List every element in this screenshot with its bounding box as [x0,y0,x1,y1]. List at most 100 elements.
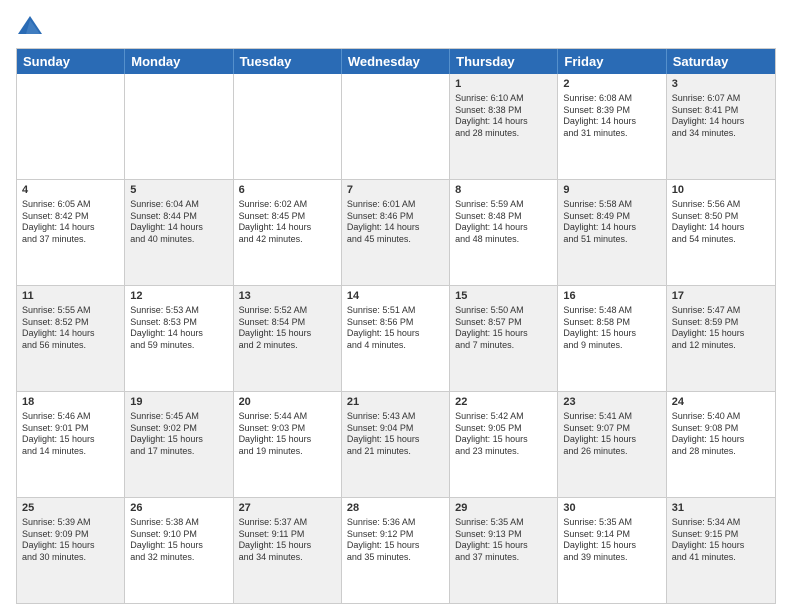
cal-cell: 18Sunrise: 5:46 AM Sunset: 9:01 PM Dayli… [17,392,125,497]
day-number: 10 [672,183,770,198]
day-info: Sunrise: 5:53 AM Sunset: 8:53 PM Dayligh… [130,305,227,352]
day-number: 19 [130,395,227,410]
cal-cell: 15Sunrise: 5:50 AM Sunset: 8:57 PM Dayli… [450,286,558,391]
day-info: Sunrise: 5:59 AM Sunset: 8:48 PM Dayligh… [455,199,552,246]
week-row-2: 11Sunrise: 5:55 AM Sunset: 8:52 PM Dayli… [17,286,775,392]
day-number: 11 [22,289,119,304]
day-number: 24 [672,395,770,410]
cal-cell: 22Sunrise: 5:42 AM Sunset: 9:05 PM Dayli… [450,392,558,497]
day-number: 25 [22,501,119,516]
cal-cell: 16Sunrise: 5:48 AM Sunset: 8:58 PM Dayli… [558,286,666,391]
header [16,12,776,40]
day-info: Sunrise: 5:50 AM Sunset: 8:57 PM Dayligh… [455,305,552,352]
day-info: Sunrise: 5:40 AM Sunset: 9:08 PM Dayligh… [672,411,770,458]
week-row-1: 4Sunrise: 6:05 AM Sunset: 8:42 PM Daylig… [17,180,775,286]
day-number: 20 [239,395,336,410]
cal-cell: 4Sunrise: 6:05 AM Sunset: 8:42 PM Daylig… [17,180,125,285]
cal-cell: 28Sunrise: 5:36 AM Sunset: 9:12 PM Dayli… [342,498,450,603]
cal-cell [17,74,125,179]
calendar-header-row: SundayMondayTuesdayWednesdayThursdayFrid… [17,49,775,74]
cal-cell: 26Sunrise: 5:38 AM Sunset: 9:10 PM Dayli… [125,498,233,603]
day-number: 9 [563,183,660,198]
cal-cell: 27Sunrise: 5:37 AM Sunset: 9:11 PM Dayli… [234,498,342,603]
cal-cell: 20Sunrise: 5:44 AM Sunset: 9:03 PM Dayli… [234,392,342,497]
day-info: Sunrise: 5:46 AM Sunset: 9:01 PM Dayligh… [22,411,119,458]
day-number: 6 [239,183,336,198]
calendar-body: 1Sunrise: 6:10 AM Sunset: 8:38 PM Daylig… [17,74,775,603]
calendar: SundayMondayTuesdayWednesdayThursdayFrid… [16,48,776,604]
day-info: Sunrise: 5:36 AM Sunset: 9:12 PM Dayligh… [347,517,444,564]
week-row-3: 18Sunrise: 5:46 AM Sunset: 9:01 PM Dayli… [17,392,775,498]
page: SundayMondayTuesdayWednesdayThursdayFrid… [0,0,792,612]
col-header-tuesday: Tuesday [234,49,342,74]
cal-cell: 1Sunrise: 6:10 AM Sunset: 8:38 PM Daylig… [450,74,558,179]
col-header-saturday: Saturday [667,49,775,74]
day-info: Sunrise: 6:10 AM Sunset: 8:38 PM Dayligh… [455,93,552,140]
day-info: Sunrise: 5:37 AM Sunset: 9:11 PM Dayligh… [239,517,336,564]
day-info: Sunrise: 6:04 AM Sunset: 8:44 PM Dayligh… [130,199,227,246]
col-header-monday: Monday [125,49,233,74]
day-number: 31 [672,501,770,516]
day-info: Sunrise: 5:38 AM Sunset: 9:10 PM Dayligh… [130,517,227,564]
week-row-4: 25Sunrise: 5:39 AM Sunset: 9:09 PM Dayli… [17,498,775,603]
cal-cell: 21Sunrise: 5:43 AM Sunset: 9:04 PM Dayli… [342,392,450,497]
day-number: 29 [455,501,552,516]
day-info: Sunrise: 5:44 AM Sunset: 9:03 PM Dayligh… [239,411,336,458]
day-info: Sunrise: 5:51 AM Sunset: 8:56 PM Dayligh… [347,305,444,352]
day-info: Sunrise: 5:58 AM Sunset: 8:49 PM Dayligh… [563,199,660,246]
cal-cell: 14Sunrise: 5:51 AM Sunset: 8:56 PM Dayli… [342,286,450,391]
day-number: 13 [239,289,336,304]
day-info: Sunrise: 6:01 AM Sunset: 8:46 PM Dayligh… [347,199,444,246]
day-number: 21 [347,395,444,410]
cal-cell [125,74,233,179]
cal-cell: 19Sunrise: 5:45 AM Sunset: 9:02 PM Dayli… [125,392,233,497]
day-info: Sunrise: 5:39 AM Sunset: 9:09 PM Dayligh… [22,517,119,564]
cal-cell: 30Sunrise: 5:35 AM Sunset: 9:14 PM Dayli… [558,498,666,603]
day-number: 1 [455,77,552,92]
cal-cell: 31Sunrise: 5:34 AM Sunset: 9:15 PM Dayli… [667,498,775,603]
day-number: 8 [455,183,552,198]
day-info: Sunrise: 5:41 AM Sunset: 9:07 PM Dayligh… [563,411,660,458]
cal-cell: 6Sunrise: 6:02 AM Sunset: 8:45 PM Daylig… [234,180,342,285]
day-number: 16 [563,289,660,304]
day-info: Sunrise: 5:43 AM Sunset: 9:04 PM Dayligh… [347,411,444,458]
day-info: Sunrise: 6:08 AM Sunset: 8:39 PM Dayligh… [563,93,660,140]
day-number: 15 [455,289,552,304]
cal-cell: 29Sunrise: 5:35 AM Sunset: 9:13 PM Dayli… [450,498,558,603]
week-row-0: 1Sunrise: 6:10 AM Sunset: 8:38 PM Daylig… [17,74,775,180]
day-number: 12 [130,289,227,304]
day-number: 14 [347,289,444,304]
day-number: 17 [672,289,770,304]
day-number: 27 [239,501,336,516]
cal-cell: 8Sunrise: 5:59 AM Sunset: 8:48 PM Daylig… [450,180,558,285]
day-info: Sunrise: 5:48 AM Sunset: 8:58 PM Dayligh… [563,305,660,352]
day-info: Sunrise: 6:05 AM Sunset: 8:42 PM Dayligh… [22,199,119,246]
day-number: 30 [563,501,660,516]
day-number: 26 [130,501,227,516]
day-info: Sunrise: 6:02 AM Sunset: 8:45 PM Dayligh… [239,199,336,246]
cal-cell: 11Sunrise: 5:55 AM Sunset: 8:52 PM Dayli… [17,286,125,391]
col-header-sunday: Sunday [17,49,125,74]
day-info: Sunrise: 5:55 AM Sunset: 8:52 PM Dayligh… [22,305,119,352]
day-number: 4 [22,183,119,198]
day-info: Sunrise: 6:07 AM Sunset: 8:41 PM Dayligh… [672,93,770,140]
cal-cell: 25Sunrise: 5:39 AM Sunset: 9:09 PM Dayli… [17,498,125,603]
logo [16,12,48,40]
cal-cell: 24Sunrise: 5:40 AM Sunset: 9:08 PM Dayli… [667,392,775,497]
col-header-thursday: Thursday [450,49,558,74]
cal-cell: 23Sunrise: 5:41 AM Sunset: 9:07 PM Dayli… [558,392,666,497]
cal-cell: 10Sunrise: 5:56 AM Sunset: 8:50 PM Dayli… [667,180,775,285]
cal-cell: 7Sunrise: 6:01 AM Sunset: 8:46 PM Daylig… [342,180,450,285]
day-info: Sunrise: 5:56 AM Sunset: 8:50 PM Dayligh… [672,199,770,246]
col-header-wednesday: Wednesday [342,49,450,74]
day-info: Sunrise: 5:52 AM Sunset: 8:54 PM Dayligh… [239,305,336,352]
day-info: Sunrise: 5:45 AM Sunset: 9:02 PM Dayligh… [130,411,227,458]
cal-cell: 3Sunrise: 6:07 AM Sunset: 8:41 PM Daylig… [667,74,775,179]
day-number: 7 [347,183,444,198]
col-header-friday: Friday [558,49,666,74]
day-number: 5 [130,183,227,198]
day-info: Sunrise: 5:47 AM Sunset: 8:59 PM Dayligh… [672,305,770,352]
logo-icon [16,12,44,40]
day-info: Sunrise: 5:35 AM Sunset: 9:14 PM Dayligh… [563,517,660,564]
day-number: 22 [455,395,552,410]
